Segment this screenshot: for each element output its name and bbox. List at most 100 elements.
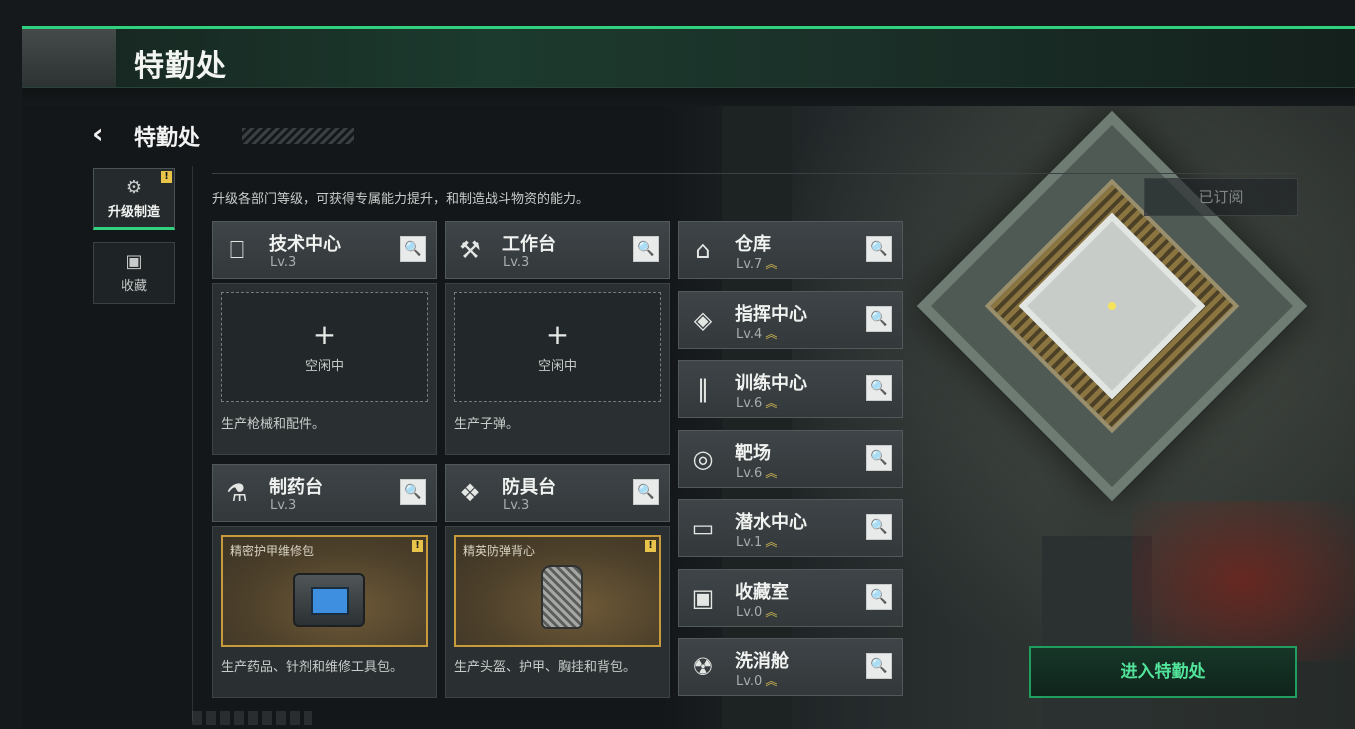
repair-kit-screen <box>311 587 349 615</box>
search-icon[interactable]: 🔍 <box>866 584 892 610</box>
nav-title: 特勤处 <box>134 126 201 151</box>
facility-decontamination[interactable]: ☢ 洗消舱 Lv.0 ︽ 🔍 <box>678 638 903 696</box>
back-arrow-icon[interactable]: ‹ <box>92 120 120 148</box>
training-center-icon: ‖ <box>697 375 709 403</box>
upgrade-available-icon: ︽ <box>765 327 778 341</box>
slot-status: 空闲中 <box>537 359 577 374</box>
level-value: Lv.1 <box>736 535 763 550</box>
facility-description: 生产药品、针剂和维修工具包。 <box>221 660 404 675</box>
search-icon[interactable]: 🔍 <box>866 445 892 471</box>
level-value: Lv.4 <box>736 327 763 342</box>
tab-upgrade-craft[interactable]: ⚙ 升级制造 ! <box>93 168 175 230</box>
upgrade-available-icon: ︽ <box>765 466 778 480</box>
scene-red-glow <box>1132 501 1355 661</box>
level-value: Lv.6 <box>736 396 763 411</box>
search-icon[interactable]: 🔍 <box>400 236 426 262</box>
facility-name: 工作台 <box>502 234 556 255</box>
facility-level: Lv.4 ︽ <box>736 325 777 342</box>
upgrade-available-icon: ︽ <box>765 257 778 271</box>
facility-level: Lv.6 ︽ <box>736 464 777 481</box>
facility-armor-bench[interactable]: ❖ 防具台 Lv.3 🔍 <box>445 464 670 522</box>
horizontal-rule <box>212 173 1297 174</box>
facility-name: 仓库 <box>735 234 771 255</box>
enter-special-ops-button[interactable]: 进入特勤处 <box>1029 646 1297 698</box>
facility-command-center[interactable]: ◈ 指挥中心 Lv.4 ︽ 🔍 <box>678 291 903 349</box>
search-icon[interactable]: 🔍 <box>633 236 659 262</box>
production-panel-tech-center: + 空闲中 生产枪械和配件。 <box>212 283 437 455</box>
subscribed-button[interactable]: 已订阅 <box>1144 178 1298 216</box>
vertical-divider <box>192 166 193 721</box>
facility-level: Lv.6 ︽ <box>736 394 777 411</box>
facility-name: 技术中心 <box>269 234 341 255</box>
facility-collection-room[interactable]: ▣ 收藏室 Lv.0 ︽ 🔍 <box>678 569 903 627</box>
facility-name: 训练中心 <box>735 373 807 394</box>
bottom-decoration <box>192 711 312 725</box>
header-shadow <box>22 88 1355 108</box>
shooting-range-icon: ◎ <box>692 445 714 473</box>
add-icon: + <box>312 318 337 351</box>
facility-shooting-range[interactable]: ◎ 靶场 Lv.6 ︽ 🔍 <box>678 430 903 488</box>
upgrade-available-icon: ︽ <box>765 605 778 619</box>
command-center-icon: ◈ <box>693 306 713 334</box>
production-panel-workbench: + 空闲中 生产子弹。 <box>445 283 670 455</box>
upgrade-available-icon: ︽ <box>765 535 778 549</box>
facility-tech-center[interactable]: ⎕ 技术中心 Lv.3 🔍 <box>212 221 437 279</box>
tech-center-icon: ⎕ <box>229 236 245 264</box>
facility-training-center[interactable]: ‖ 训练中心 Lv.6 ︽ 🔍 <box>678 360 903 418</box>
back-navigation[interactable]: ‹ 特勤处 <box>92 118 412 154</box>
facility-description: 生产头盔、护甲、胸挂和背包。 <box>454 660 637 675</box>
tab-label: 升级制造 <box>107 205 160 220</box>
facility-workbench[interactable]: ⚒ 工作台 Lv.3 🔍 <box>445 221 670 279</box>
facility-level: Lv.0 ︽ <box>736 672 777 689</box>
search-icon[interactable]: 🔍 <box>633 479 659 505</box>
header-title: 特勤处 <box>134 49 227 84</box>
facility-level: Lv.0 ︽ <box>736 603 777 620</box>
slot-status: 空闲中 <box>304 359 344 374</box>
facility-name: 靶场 <box>735 443 771 464</box>
pharmacy-icon: ⚗ <box>226 479 248 507</box>
repair-kit-image <box>293 573 365 627</box>
search-icon[interactable]: 🔍 <box>866 514 892 540</box>
production-slot-empty[interactable]: + 空闲中 <box>454 292 661 402</box>
production-slot-item[interactable]: 精英防弹背心 ! <box>454 535 661 647</box>
search-icon[interactable]: 🔍 <box>866 375 892 401</box>
facility-level: Lv.7 ︽ <box>736 255 777 272</box>
facility-pharmacy[interactable]: ⚗ 制药台 Lv.3 🔍 <box>212 464 437 522</box>
rotating-cube-art <box>916 110 1308 502</box>
search-icon[interactable]: 🔍 <box>866 306 892 332</box>
facility-diving-center[interactable]: ▭ 潜水中心 Lv.1 ︽ 🔍 <box>678 499 903 557</box>
title-hatch-decoration <box>242 128 354 144</box>
search-icon[interactable]: 🔍 <box>866 236 892 262</box>
facility-name: 制药台 <box>269 477 323 498</box>
collection-room-icon: ▣ <box>691 584 715 612</box>
level-value: Lv.6 <box>736 466 763 481</box>
facility-level: Lv.3 <box>503 498 530 513</box>
level-value: Lv.0 <box>736 674 763 689</box>
facility-name: 防具台 <box>502 477 556 498</box>
header-tab-stub <box>22 29 116 87</box>
production-slot-item[interactable]: 精密护甲维修包 ! <box>221 535 428 647</box>
search-icon[interactable]: 🔍 <box>400 479 426 505</box>
search-icon[interactable]: 🔍 <box>866 653 892 679</box>
facility-name: 收藏室 <box>735 582 789 603</box>
facility-name: 指挥中心 <box>735 304 807 325</box>
collection-icon: ▣ <box>125 251 143 272</box>
alert-badge: ! <box>645 540 656 552</box>
tab-collection[interactable]: ▣ 收藏 <box>93 242 175 304</box>
armor-vest-image <box>541 565 583 629</box>
workbench-icon: ⚒ <box>459 236 481 264</box>
alert-badge: ! <box>412 540 423 552</box>
upgrade-available-icon: ︽ <box>765 674 778 688</box>
top-header-bar: 特勤处 <box>22 26 1355 88</box>
facility-level: Lv.1 ︽ <box>736 533 777 550</box>
item-name: 精密护甲维修包 <box>230 544 315 558</box>
facility-name: 洗消舱 <box>735 651 789 672</box>
facility-warehouse[interactable]: ⌂ 仓库 Lv.7 ︽ 🔍 <box>678 221 903 279</box>
cube-light <box>1106 300 1118 312</box>
main-panel: ‹ 特勤处 ⚙ 升级制造 ! ▣ 收藏 升级各部门等级，可获得专属能力提升，和制… <box>22 106 1355 729</box>
warehouse-icon: ⌂ <box>695 236 711 264</box>
production-slot-empty[interactable]: + 空闲中 <box>221 292 428 402</box>
level-value: Lv.0 <box>736 605 763 620</box>
diving-center-icon: ▭ <box>691 514 715 542</box>
facility-name: 潜水中心 <box>735 512 807 533</box>
